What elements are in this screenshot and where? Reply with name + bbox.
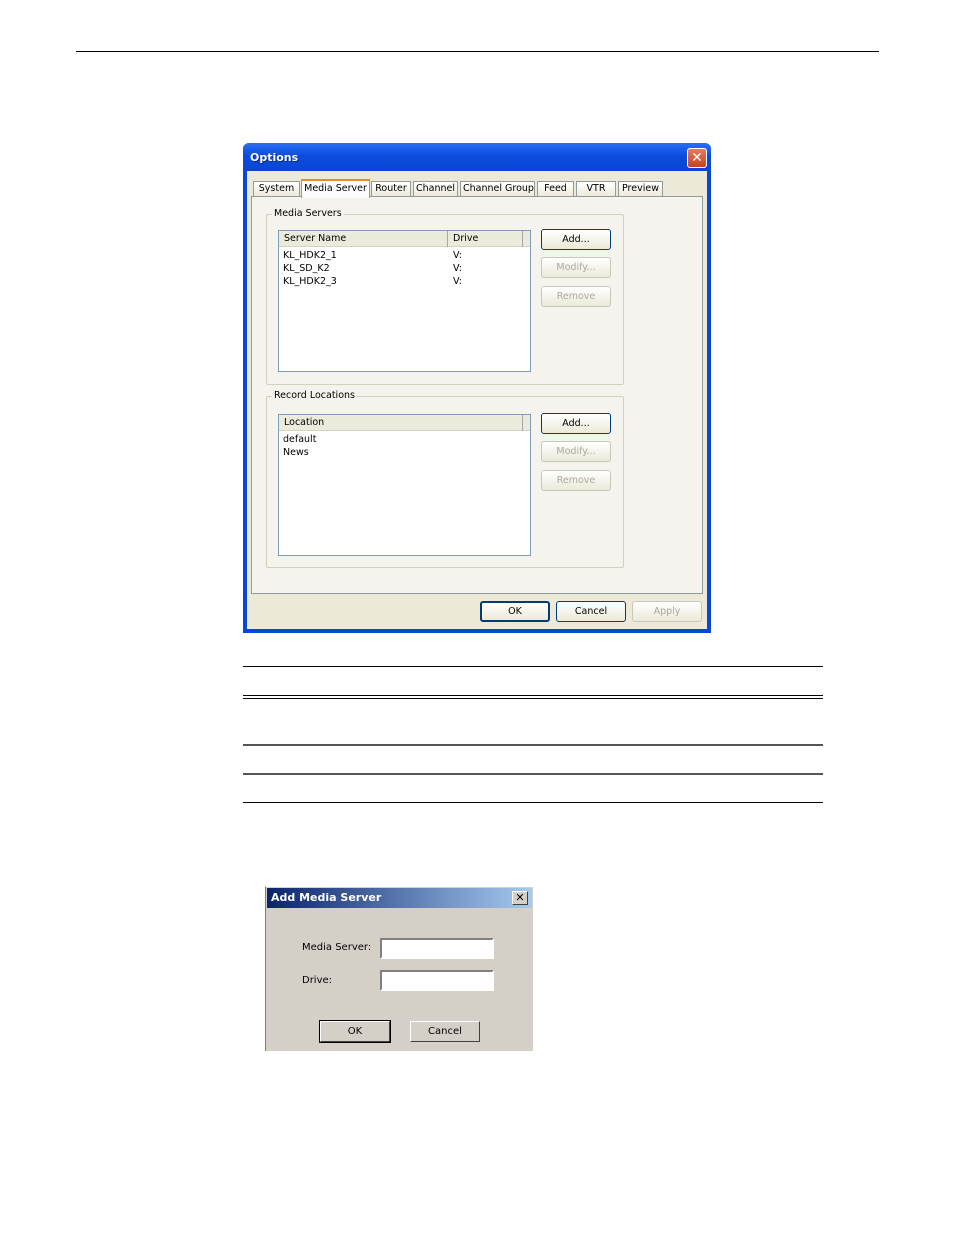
tab-media-server[interactable]: Media Server xyxy=(301,179,370,198)
close-icon[interactable]: ✕ xyxy=(512,891,528,905)
media-server-remove-button[interactable]: Remove xyxy=(541,286,611,307)
dialog-cancel-button[interactable]: Cancel xyxy=(410,1021,480,1042)
record-locations-group-label: Record Locations xyxy=(272,390,357,401)
add-media-server-dialog: Add Media Server ✕ Media Server: Drive: … xyxy=(265,886,533,1051)
tab-preview[interactable]: Preview xyxy=(618,181,663,197)
media-servers-group: Media Servers Server Name Drive KL_HDK2_… xyxy=(266,208,624,385)
cancel-button[interactable]: Cancel xyxy=(556,601,626,622)
tab-channel[interactable]: Channel xyxy=(413,181,458,197)
tab-vtr[interactable]: VTR xyxy=(576,181,616,197)
media-server-add-button[interactable]: Add... xyxy=(541,229,611,250)
drive-label: Drive: xyxy=(302,975,333,986)
drive-cell: V: xyxy=(453,263,462,274)
server-name-cell: KL_SD_K2 xyxy=(283,263,330,274)
media-servers-list[interactable]: Server Name Drive KL_HDK2_1 V: KL_SD_K2 … xyxy=(278,230,531,372)
list-item[interactable]: News xyxy=(283,446,309,459)
media-server-modify-button[interactable]: Modify... xyxy=(541,257,611,278)
list-item[interactable]: KL_HDK2_3 V: xyxy=(283,275,523,288)
options-window: Options ✕ System Media Server Router Cha… xyxy=(243,143,711,633)
page-header-rule xyxy=(76,51,879,52)
table-rule-4 xyxy=(243,773,823,775)
record-location-modify-button[interactable]: Modify... xyxy=(541,441,611,462)
record-locations-group: Record Locations Location default News A… xyxy=(266,390,624,568)
list-item[interactable]: default xyxy=(283,433,316,446)
record-location-add-button[interactable]: Add... xyxy=(541,413,611,434)
drive-cell: V: xyxy=(453,250,462,261)
record-locations-list-header: Location xyxy=(279,415,530,431)
tab-channel-group[interactable]: Channel Group xyxy=(460,181,535,197)
add-media-server-title: Add Media Server xyxy=(271,891,382,904)
table-rule-1 xyxy=(243,666,823,667)
media-server-input[interactable] xyxy=(380,938,494,959)
table-rule-3 xyxy=(243,744,823,746)
media-server-label: Media Server: xyxy=(302,942,372,953)
tab-feed[interactable]: Feed xyxy=(537,181,574,197)
table-rule-2a xyxy=(243,695,823,696)
list-item[interactable]: KL_SD_K2 V: xyxy=(283,262,523,275)
server-name-cell: KL_HDK2_3 xyxy=(283,276,337,287)
tab-router[interactable]: Router xyxy=(371,181,411,197)
options-title: Options xyxy=(250,151,299,164)
tab-system[interactable]: System xyxy=(253,181,300,197)
column-header-server-name[interactable]: Server Name xyxy=(279,231,448,247)
table-rule-2b xyxy=(243,698,823,699)
dialog-ok-button[interactable]: OK xyxy=(319,1020,391,1043)
ok-button[interactable]: OK xyxy=(480,601,550,622)
column-header-location[interactable]: Location xyxy=(279,415,523,431)
options-titlebar[interactable]: Options ✕ xyxy=(243,143,711,171)
column-header-drive[interactable]: Drive xyxy=(448,231,523,247)
media-servers-group-label: Media Servers xyxy=(272,208,344,219)
close-icon[interactable]: ✕ xyxy=(687,148,707,168)
table-rule-5 xyxy=(243,802,823,803)
add-media-server-titlebar[interactable]: Add Media Server ✕ xyxy=(267,888,532,908)
drive-input[interactable] xyxy=(380,970,494,991)
apply-button[interactable]: Apply xyxy=(632,601,702,622)
record-location-remove-button[interactable]: Remove xyxy=(541,470,611,491)
media-servers-list-header: Server Name Drive xyxy=(279,231,530,247)
drive-cell: V: xyxy=(453,276,462,287)
options-client-area: System Media Server Router Channel Chann… xyxy=(247,171,707,629)
list-item[interactable]: KL_HDK2_1 V: xyxy=(283,249,523,262)
record-locations-list[interactable]: Location default News xyxy=(278,414,531,556)
server-name-cell: KL_HDK2_1 xyxy=(283,250,337,261)
media-server-tab-panel: Media Servers Server Name Drive KL_HDK2_… xyxy=(251,196,703,594)
